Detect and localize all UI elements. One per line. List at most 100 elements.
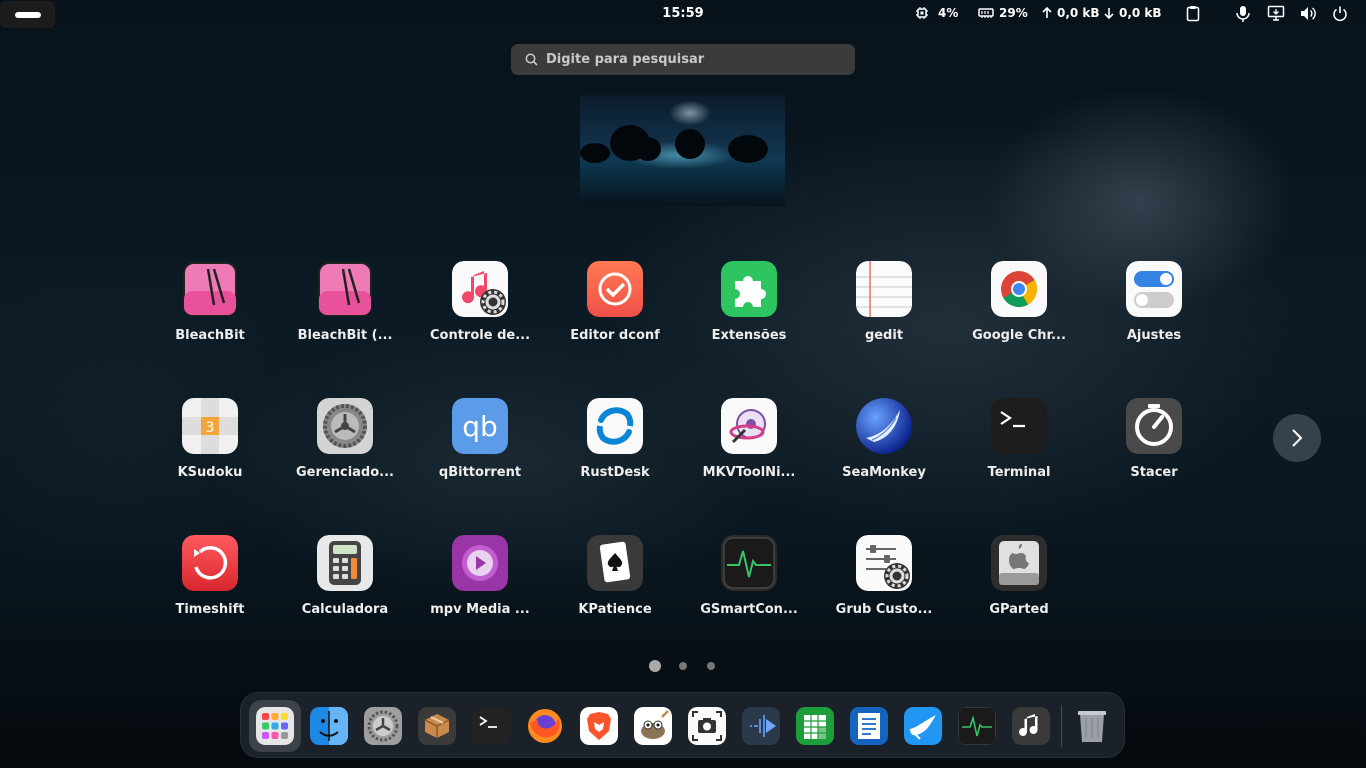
- volume-icon[interactable]: [1299, 5, 1317, 22]
- upload-indicator[interactable]: 0,0 kB: [1042, 6, 1100, 20]
- music-settings-icon: [452, 261, 508, 317]
- svg-text:3: 3: [206, 420, 215, 436]
- clipboard-icon[interactable]: [1186, 5, 1200, 22]
- app-gedit[interactable]: gedit: [824, 261, 944, 381]
- app-label: BleachBit: [175, 328, 245, 343]
- network-wired-icon[interactable]: [1267, 5, 1285, 22]
- arrow-down-icon: [1104, 8, 1114, 19]
- app-label: KPatience: [578, 602, 652, 617]
- app-calculadora[interactable]: Calculadora: [285, 535, 405, 655]
- app-timeshift[interactable]: Timeshift: [150, 535, 270, 655]
- terminal-icon[interactable]: [472, 707, 510, 745]
- app-label: mpv Media ...: [430, 602, 530, 617]
- monitor-icon: [721, 535, 777, 591]
- app-label: BleachBit (...: [297, 328, 393, 343]
- gimp-icon[interactable]: [634, 707, 672, 745]
- timeshift-icon: [182, 535, 238, 591]
- power-icon[interactable]: [1332, 5, 1348, 22]
- app-mpv[interactable]: mpv Media ...: [420, 535, 540, 655]
- app-label: GParted: [989, 602, 1049, 617]
- trash-icon[interactable]: [1073, 707, 1111, 745]
- app-label: GSmartCon...: [700, 602, 798, 617]
- app-gerenciador[interactable]: Gerenciado...: [285, 398, 405, 518]
- download-value: 0,0 kB: [1119, 6, 1162, 20]
- puzzle-icon: [721, 261, 777, 317]
- app-gsmartcontrol[interactable]: GSmartCon...: [689, 535, 809, 655]
- arrow-up-icon: [1042, 7, 1052, 18]
- app-bleachbit[interactable]: BleachBit: [150, 261, 270, 381]
- cpu-value: 4%: [938, 6, 959, 20]
- app-dconf[interactable]: Editor dconf: [555, 261, 675, 381]
- app-bleachbit-root[interactable]: BleachBit (...: [285, 261, 405, 381]
- app-mkvtoolnix[interactable]: MKVToolNi...: [689, 398, 809, 518]
- workspace-thumbnail[interactable]: [580, 95, 785, 206]
- app-label: Grub Custo...: [835, 602, 933, 617]
- brave-icon[interactable]: [580, 707, 618, 745]
- app-label: SeaMonkey: [842, 465, 926, 480]
- app-label: Calculadora: [301, 602, 389, 617]
- finder-icon[interactable]: [310, 707, 348, 745]
- app-grub[interactable]: Grub Custo...: [824, 535, 944, 655]
- cpu-indicator[interactable]: 4%: [915, 6, 958, 20]
- download-indicator[interactable]: 0,0 kB: [1104, 6, 1162, 20]
- gear-icon: [317, 398, 373, 454]
- search-input[interactable]: [546, 44, 846, 75]
- bleachbit-icon: [182, 261, 238, 317]
- app-ksudoku[interactable]: 3 KSudoku: [150, 398, 270, 518]
- app-controle[interactable]: Controle de...: [420, 261, 540, 381]
- package-icon[interactable]: [418, 707, 456, 745]
- top-bar: 15:59 4% 29% 0,0 kB 0,0 kB: [0, 0, 1366, 28]
- page-dot-2[interactable]: [679, 662, 687, 670]
- page-indicator: [0, 659, 1366, 673]
- app-rustdesk[interactable]: RustDesk: [555, 398, 675, 518]
- app-label: Extensões: [711, 328, 787, 343]
- system-monitor-icon[interactable]: [958, 707, 996, 745]
- screenshot-icon[interactable]: [688, 707, 726, 745]
- app-label: MKVToolNi...: [702, 465, 796, 480]
- app-qbittorrent[interactable]: qb qBittorrent: [420, 398, 540, 518]
- app-seamonkey[interactable]: SeaMonkey: [824, 398, 944, 518]
- upload-value: 0,0 kB: [1057, 6, 1100, 20]
- music-icon[interactable]: [1012, 707, 1050, 745]
- page-dot-1[interactable]: [649, 660, 661, 672]
- app-ajustes[interactable]: Ajustes: [1094, 261, 1214, 381]
- bleachbit-root-icon: [317, 261, 373, 317]
- bird-icon[interactable]: [904, 707, 942, 745]
- app-stacer[interactable]: Stacer: [1094, 398, 1214, 518]
- app-label: Gerenciado...: [296, 465, 394, 480]
- cpu-icon: [916, 7, 928, 19]
- svg-text:qb: qb: [462, 410, 498, 443]
- app-kpatience[interactable]: KPatience: [555, 535, 675, 655]
- app-extensoes[interactable]: Extensões: [689, 261, 809, 381]
- app-chrome[interactable]: Google Chr...: [959, 261, 1079, 381]
- grub-icon: [856, 535, 912, 591]
- ram-indicator[interactable]: 29%: [978, 6, 1028, 20]
- settings-icon[interactable]: [364, 707, 402, 745]
- app-grid-icon[interactable]: [256, 707, 294, 745]
- app-label: Stacer: [1130, 465, 1178, 480]
- firefox-icon[interactable]: [526, 707, 564, 745]
- gparted-icon: [991, 535, 1047, 591]
- sudoku-icon: 3: [182, 398, 238, 454]
- spreadsheet-icon[interactable]: [796, 707, 834, 745]
- search-icon: [525, 53, 538, 66]
- chevron-right-icon: [1292, 429, 1303, 447]
- kdenlive-icon[interactable]: [742, 707, 780, 745]
- dock-separator: [1061, 705, 1062, 747]
- next-page-button[interactable]: [1273, 414, 1321, 462]
- toggle-icon: [1126, 261, 1182, 317]
- app-label: Controle de...: [429, 328, 531, 343]
- microphone-icon[interactable]: [1235, 5, 1251, 22]
- app-terminal[interactable]: Terminal: [959, 398, 1079, 518]
- search-box[interactable]: [511, 44, 855, 75]
- page-dot-3[interactable]: [707, 662, 715, 670]
- qbittorrent-icon: qb: [452, 398, 508, 454]
- notepad-icon: [856, 261, 912, 317]
- app-label: gedit: [864, 328, 904, 343]
- writer-icon[interactable]: [850, 707, 888, 745]
- rustdesk-icon: [587, 398, 643, 454]
- dconf-icon: [587, 261, 643, 317]
- app-label: Editor dconf: [570, 328, 660, 343]
- app-gparted[interactable]: GParted: [959, 535, 1079, 655]
- stacer-icon: [1126, 398, 1182, 454]
